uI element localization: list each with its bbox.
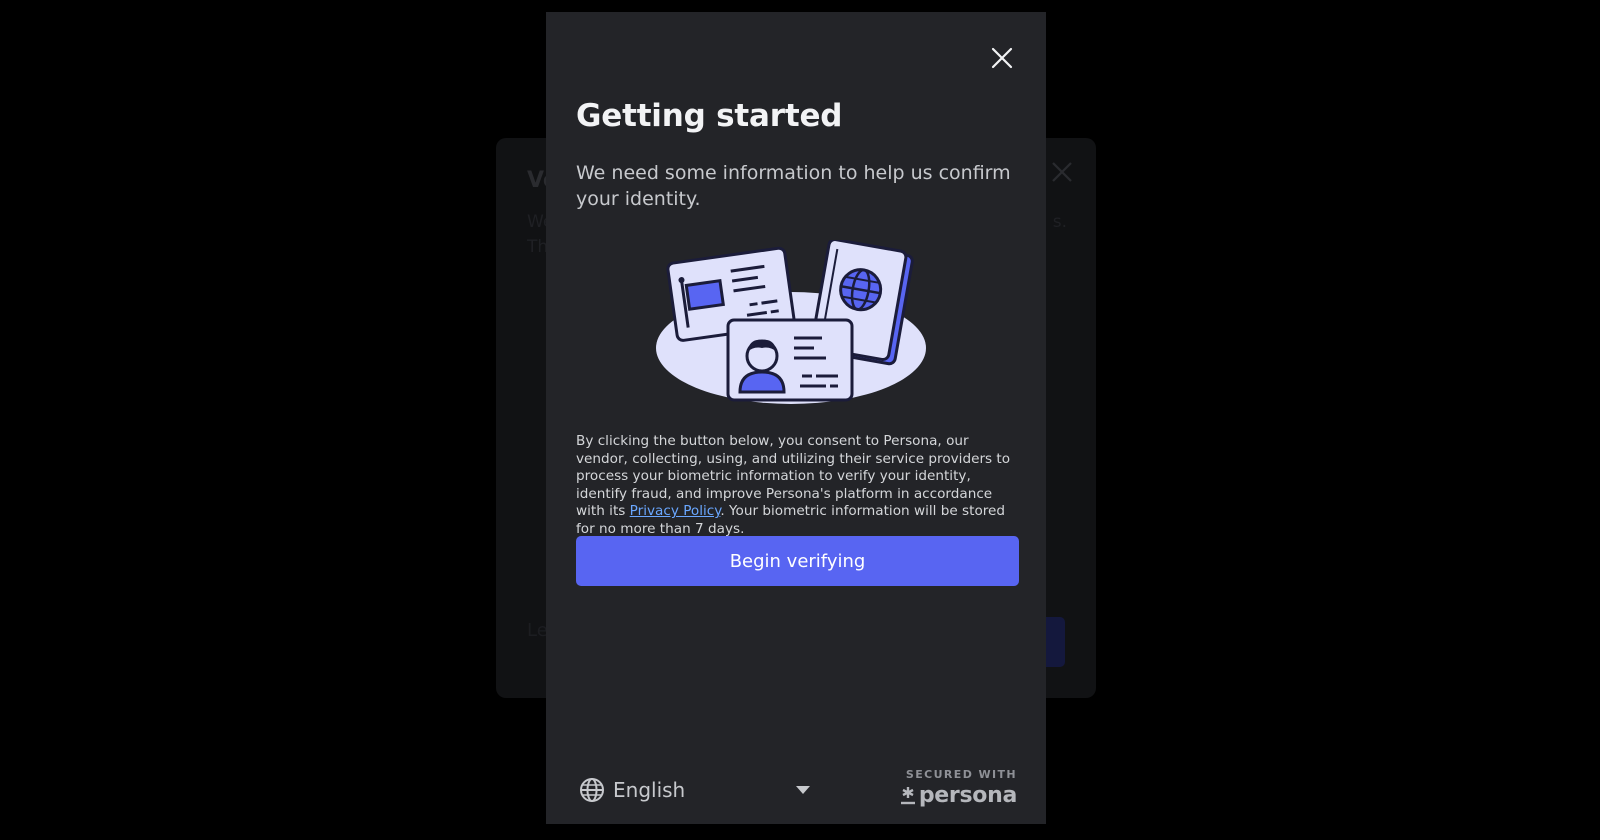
secured-with-persona: SECURED WITH persona [900,768,1017,808]
persona-logo: persona [900,783,1017,808]
close-button[interactable] [988,44,1016,72]
persona-verification-modal: Getting started We need some information… [546,12,1046,824]
secured-with-label: SECURED WITH [905,768,1017,781]
underlying-close-icon [1050,160,1074,184]
language-select[interactable]: English [576,772,812,808]
chevron-down-icon [796,786,810,794]
underlying-text-line-1-end: s. [1052,212,1067,232]
privacy-policy-link[interactable]: Privacy Policy [630,503,721,519]
persona-asterisk-icon [900,786,915,804]
consent-text: By clicking the button below, you consen… [576,433,1022,538]
language-selected-label: English [613,778,686,802]
page-title: Getting started [576,98,843,134]
id-documents-illustration [656,240,926,404]
subtitle: We need some information to help us conf… [576,162,1011,210]
persona-brand-name: persona [918,783,1017,808]
close-icon [991,47,1013,69]
globe-icon [580,778,604,802]
underlying-left-link: Le [527,620,548,641]
begin-verifying-button[interactable]: Begin verifying [576,536,1019,586]
